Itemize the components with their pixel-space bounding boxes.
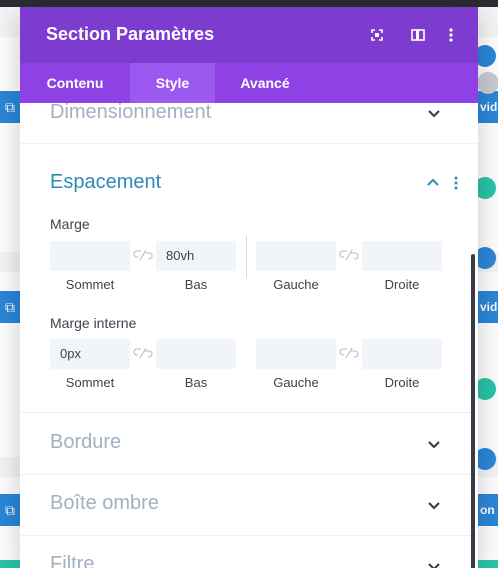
- section-handle-2[interactable]: ⧉: [0, 291, 20, 323]
- chevron-down-icon: [428, 110, 440, 118]
- sub-label-sommet: Sommet: [65, 375, 115, 390]
- more-vertical-icon[interactable]: [442, 26, 460, 44]
- chevron-down-icon: [428, 441, 440, 449]
- section-settings-modal: Section Paramètres Contenu Style Avancé …: [20, 7, 478, 568]
- duplicate-icon: ⧉: [5, 99, 15, 115]
- expand-icon[interactable]: [368, 26, 386, 44]
- toggle-title: Bordure: [50, 431, 122, 453]
- duplicate-icon: ⧉: [5, 299, 15, 315]
- marge-interne-bas-field[interactable]: [156, 339, 236, 369]
- marge-interne-sommet-field[interactable]: 0px: [50, 339, 130, 369]
- marge-interne-gauche-field[interactable]: [256, 339, 336, 369]
- marge-sommet-field[interactable]: [50, 241, 130, 271]
- toggle-title: Filtre: [50, 553, 95, 568]
- chevron-down-icon: [428, 563, 440, 568]
- top-bar: [0, 0, 498, 7]
- more-vertical-icon[interactable]: [448, 175, 464, 191]
- modal-header: Section Paramètres: [20, 7, 478, 63]
- toggle-filtre[interactable]: Filtre: [20, 535, 478, 568]
- chevron-up-icon[interactable]: [425, 175, 441, 191]
- section-handle-1[interactable]: ⧉: [0, 91, 20, 123]
- divider: [246, 236, 247, 278]
- marge-label: Marge: [50, 216, 90, 232]
- right-edge-button-2[interactable]: vid: [476, 291, 498, 323]
- marge-interne-droite-field[interactable]: [362, 339, 442, 369]
- sub-label-droite: Droite: [384, 375, 420, 390]
- duplicate-icon: ⧉: [5, 502, 15, 518]
- chevron-down-icon: [428, 502, 440, 510]
- right-edge-button-3[interactable]: on: [476, 494, 498, 526]
- right-edge-button-1[interactable]: vid: [476, 91, 498, 123]
- toggle-bordure[interactable]: Bordure: [20, 413, 478, 475]
- link-icon[interactable]: [339, 248, 359, 262]
- toggle-title[interactable]: Espacement: [50, 171, 161, 194]
- marge-droite-field[interactable]: [362, 241, 442, 271]
- settings-content: Dimensionnement Espacement Marge 80vh So…: [20, 101, 478, 568]
- toggle-boite-ombre[interactable]: Boîte ombre: [20, 474, 478, 536]
- close-circle-icon[interactable]: [477, 72, 498, 94]
- marge-bas-field[interactable]: 80vh: [156, 241, 236, 271]
- link-icon[interactable]: [133, 346, 153, 360]
- sub-label-gauche: Gauche: [273, 375, 319, 390]
- section-handle-3[interactable]: ⧉: [0, 494, 20, 526]
- toggle-title: Dimensionnement: [50, 101, 212, 123]
- sub-label-droite: Droite: [384, 277, 420, 292]
- scrollbar[interactable]: [471, 254, 475, 568]
- sidebar-layout-icon[interactable]: [409, 26, 427, 44]
- sub-label-gauche: Gauche: [273, 277, 319, 292]
- toggle-title: Boîte ombre: [50, 492, 159, 514]
- sub-label-bas: Bas: [184, 375, 208, 390]
- sub-label-sommet: Sommet: [65, 277, 115, 292]
- sub-label-bas: Bas: [184, 277, 208, 292]
- marge-gauche-field[interactable]: [256, 241, 336, 271]
- marge-interne-label: Marge interne: [50, 315, 137, 331]
- modal-title: Section Paramètres: [46, 24, 215, 44]
- toggle-dimensionnement[interactable]: Dimensionnement: [20, 83, 478, 144]
- link-icon[interactable]: [133, 248, 153, 262]
- link-icon[interactable]: [339, 346, 359, 360]
